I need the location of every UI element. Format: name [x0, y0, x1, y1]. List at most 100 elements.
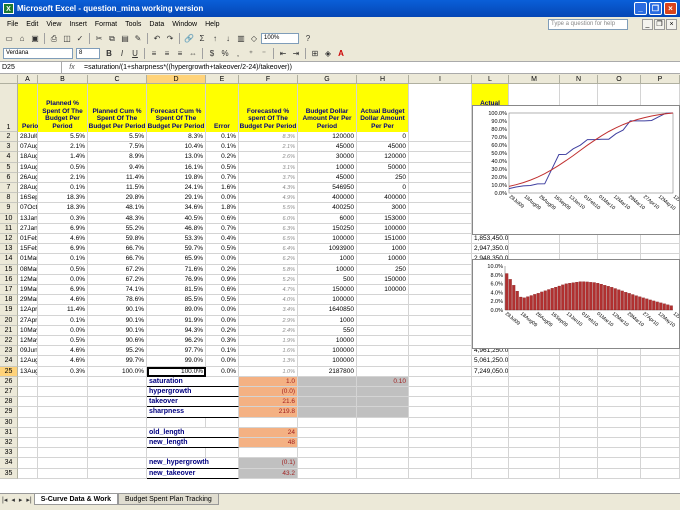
autosum-icon[interactable]: Σ: [196, 33, 208, 45]
table-cell[interactable]: [357, 315, 409, 326]
table-cell[interactable]: [472, 417, 509, 428]
header-cell-h[interactable]: Actual Budget Dollar Amount Per Per: [357, 84, 409, 132]
paste-icon[interactable]: ▤: [119, 33, 131, 45]
column-header-c[interactable]: C: [88, 75, 147, 84]
header-cell-b[interactable]: Planned % Spent Of The Budget Per Period: [38, 84, 88, 132]
table-cell[interactable]: 90.6%: [88, 336, 147, 347]
table-cell[interactable]: [472, 438, 509, 449]
table-cell[interactable]: [18, 427, 38, 438]
table-cell[interactable]: [560, 417, 598, 428]
table-cell[interactable]: [641, 427, 680, 438]
column-header-l[interactable]: L: [472, 75, 509, 84]
table-cell[interactable]: 27Apr10: [18, 315, 38, 326]
table-cell[interactable]: [560, 438, 598, 449]
table-cell[interactable]: 100000: [298, 295, 357, 306]
table-cell[interactable]: [409, 244, 472, 255]
table-cell[interactable]: [509, 468, 560, 479]
table-cell[interactable]: [409, 376, 472, 387]
table-cell[interactable]: [509, 438, 560, 449]
table-cell[interactable]: [509, 417, 560, 428]
table-cell[interactable]: 150000: [357, 274, 409, 285]
table-cell[interactable]: [509, 448, 560, 459]
first-sheet-icon[interactable]: |◂: [0, 496, 9, 504]
table-cell[interactable]: 07Oct09: [18, 203, 38, 214]
table-cell[interactable]: [38, 458, 88, 469]
table-cell[interactable]: 10000: [357, 254, 409, 265]
font-select[interactable]: Verdana: [3, 48, 73, 59]
shaded-cell[interactable]: [298, 387, 357, 398]
table-cell[interactable]: [18, 376, 38, 387]
table-cell[interactable]: 6.5%: [239, 234, 298, 245]
table-cell[interactable]: 11.4%: [38, 305, 88, 316]
workbook-minimize-button[interactable]: _: [642, 19, 653, 30]
table-cell[interactable]: 46.8%: [147, 223, 206, 234]
shaded-cell[interactable]: [357, 387, 409, 398]
table-cell[interactable]: 3.4%: [239, 305, 298, 316]
table-cell[interactable]: 150000: [298, 285, 357, 296]
table-cell[interactable]: [509, 244, 560, 255]
column-header-n[interactable]: N: [560, 75, 598, 84]
column-header-a[interactable]: A: [18, 75, 38, 84]
table-cell[interactable]: 2.9%: [239, 315, 298, 326]
table-cell[interactable]: [18, 387, 38, 398]
row-header[interactable]: 35: [0, 468, 18, 479]
table-cell[interactable]: 19.8%: [147, 172, 206, 183]
table-cell[interactable]: 0.2%: [206, 325, 239, 336]
column-header-b[interactable]: B: [38, 75, 88, 84]
table-cell[interactable]: [88, 458, 147, 469]
table-cell[interactable]: [409, 468, 472, 479]
row-header[interactable]: 6: [0, 172, 18, 183]
table-cell[interactable]: [409, 274, 472, 285]
table-cell[interactable]: 28Jul09: [18, 132, 38, 143]
format-painter-icon[interactable]: ✎: [132, 33, 144, 45]
table-cell[interactable]: 8.3%: [239, 132, 298, 143]
table-cell[interactable]: 50000: [357, 162, 409, 173]
s-curve-line-chart[interactable]: 100.0% 90.0% 80.0% 70.0% 60.0% 50.0% 40.0% 30.0…: [472, 105, 680, 235]
font-size-select[interactable]: 8: [76, 48, 100, 59]
param-value[interactable]: (0.0): [239, 387, 298, 398]
decrease-indent-icon[interactable]: ⇤: [277, 48, 289, 60]
row-header[interactable]: 2: [0, 132, 18, 143]
table-cell[interactable]: [409, 336, 472, 347]
workbook-restore-button[interactable]: ❐: [654, 19, 665, 30]
table-cell[interactable]: [509, 458, 560, 469]
table-cell[interactable]: [472, 427, 509, 438]
name-box[interactable]: D25: [0, 62, 62, 73]
table-cell[interactable]: 19Aug09: [18, 162, 38, 173]
table-cell[interactable]: 0.3%: [38, 366, 88, 377]
row-header[interactable]: 24: [0, 356, 18, 367]
table-cell[interactable]: [357, 305, 409, 316]
table-cell[interactable]: [509, 387, 560, 398]
table-cell[interactable]: [38, 417, 88, 428]
table-cell[interactable]: 01Feb10: [18, 234, 38, 245]
table-cell[interactable]: [298, 417, 357, 428]
menu-view[interactable]: View: [42, 21, 65, 28]
header-cell-e[interactable]: Error: [206, 84, 239, 132]
row-header[interactable]: 29: [0, 407, 18, 418]
table-cell[interactable]: 18Aug09: [18, 152, 38, 163]
column-header-f[interactable]: F: [239, 75, 298, 84]
table-cell[interactable]: 100000: [298, 234, 357, 245]
table-cell[interactable]: [38, 468, 88, 479]
shaded-cell[interactable]: [298, 376, 357, 387]
column-header-m[interactable]: M: [509, 75, 560, 84]
row-header[interactable]: 13: [0, 244, 18, 255]
table-cell[interactable]: 4.3%: [239, 183, 298, 194]
table-cell[interactable]: 150250: [298, 223, 357, 234]
table-cell[interactable]: 0.0%: [206, 254, 239, 265]
increase-indent-icon[interactable]: ⇥: [290, 48, 302, 60]
param-value[interactable]: 219.8: [239, 407, 298, 418]
table-cell[interactable]: 0.1%: [206, 142, 239, 153]
table-cell[interactable]: 0.0%: [38, 274, 88, 285]
param-value[interactable]: 24: [239, 427, 298, 438]
table-cell[interactable]: 12Mar10: [18, 274, 38, 285]
table-cell[interactable]: [509, 366, 560, 377]
bold-button[interactable]: B: [103, 48, 115, 60]
table-cell[interactable]: 13Aug10: [18, 366, 38, 377]
table-cell[interactable]: 7.5%: [88, 142, 147, 153]
table-cell[interactable]: 100.0%: [88, 366, 147, 377]
formula-input[interactable]: =saturation/(1+sharpness*((hypergrowth+t…: [82, 64, 292, 71]
table-cell[interactable]: [409, 325, 472, 336]
table-cell[interactable]: [641, 397, 680, 408]
table-cell[interactable]: [472, 397, 509, 408]
